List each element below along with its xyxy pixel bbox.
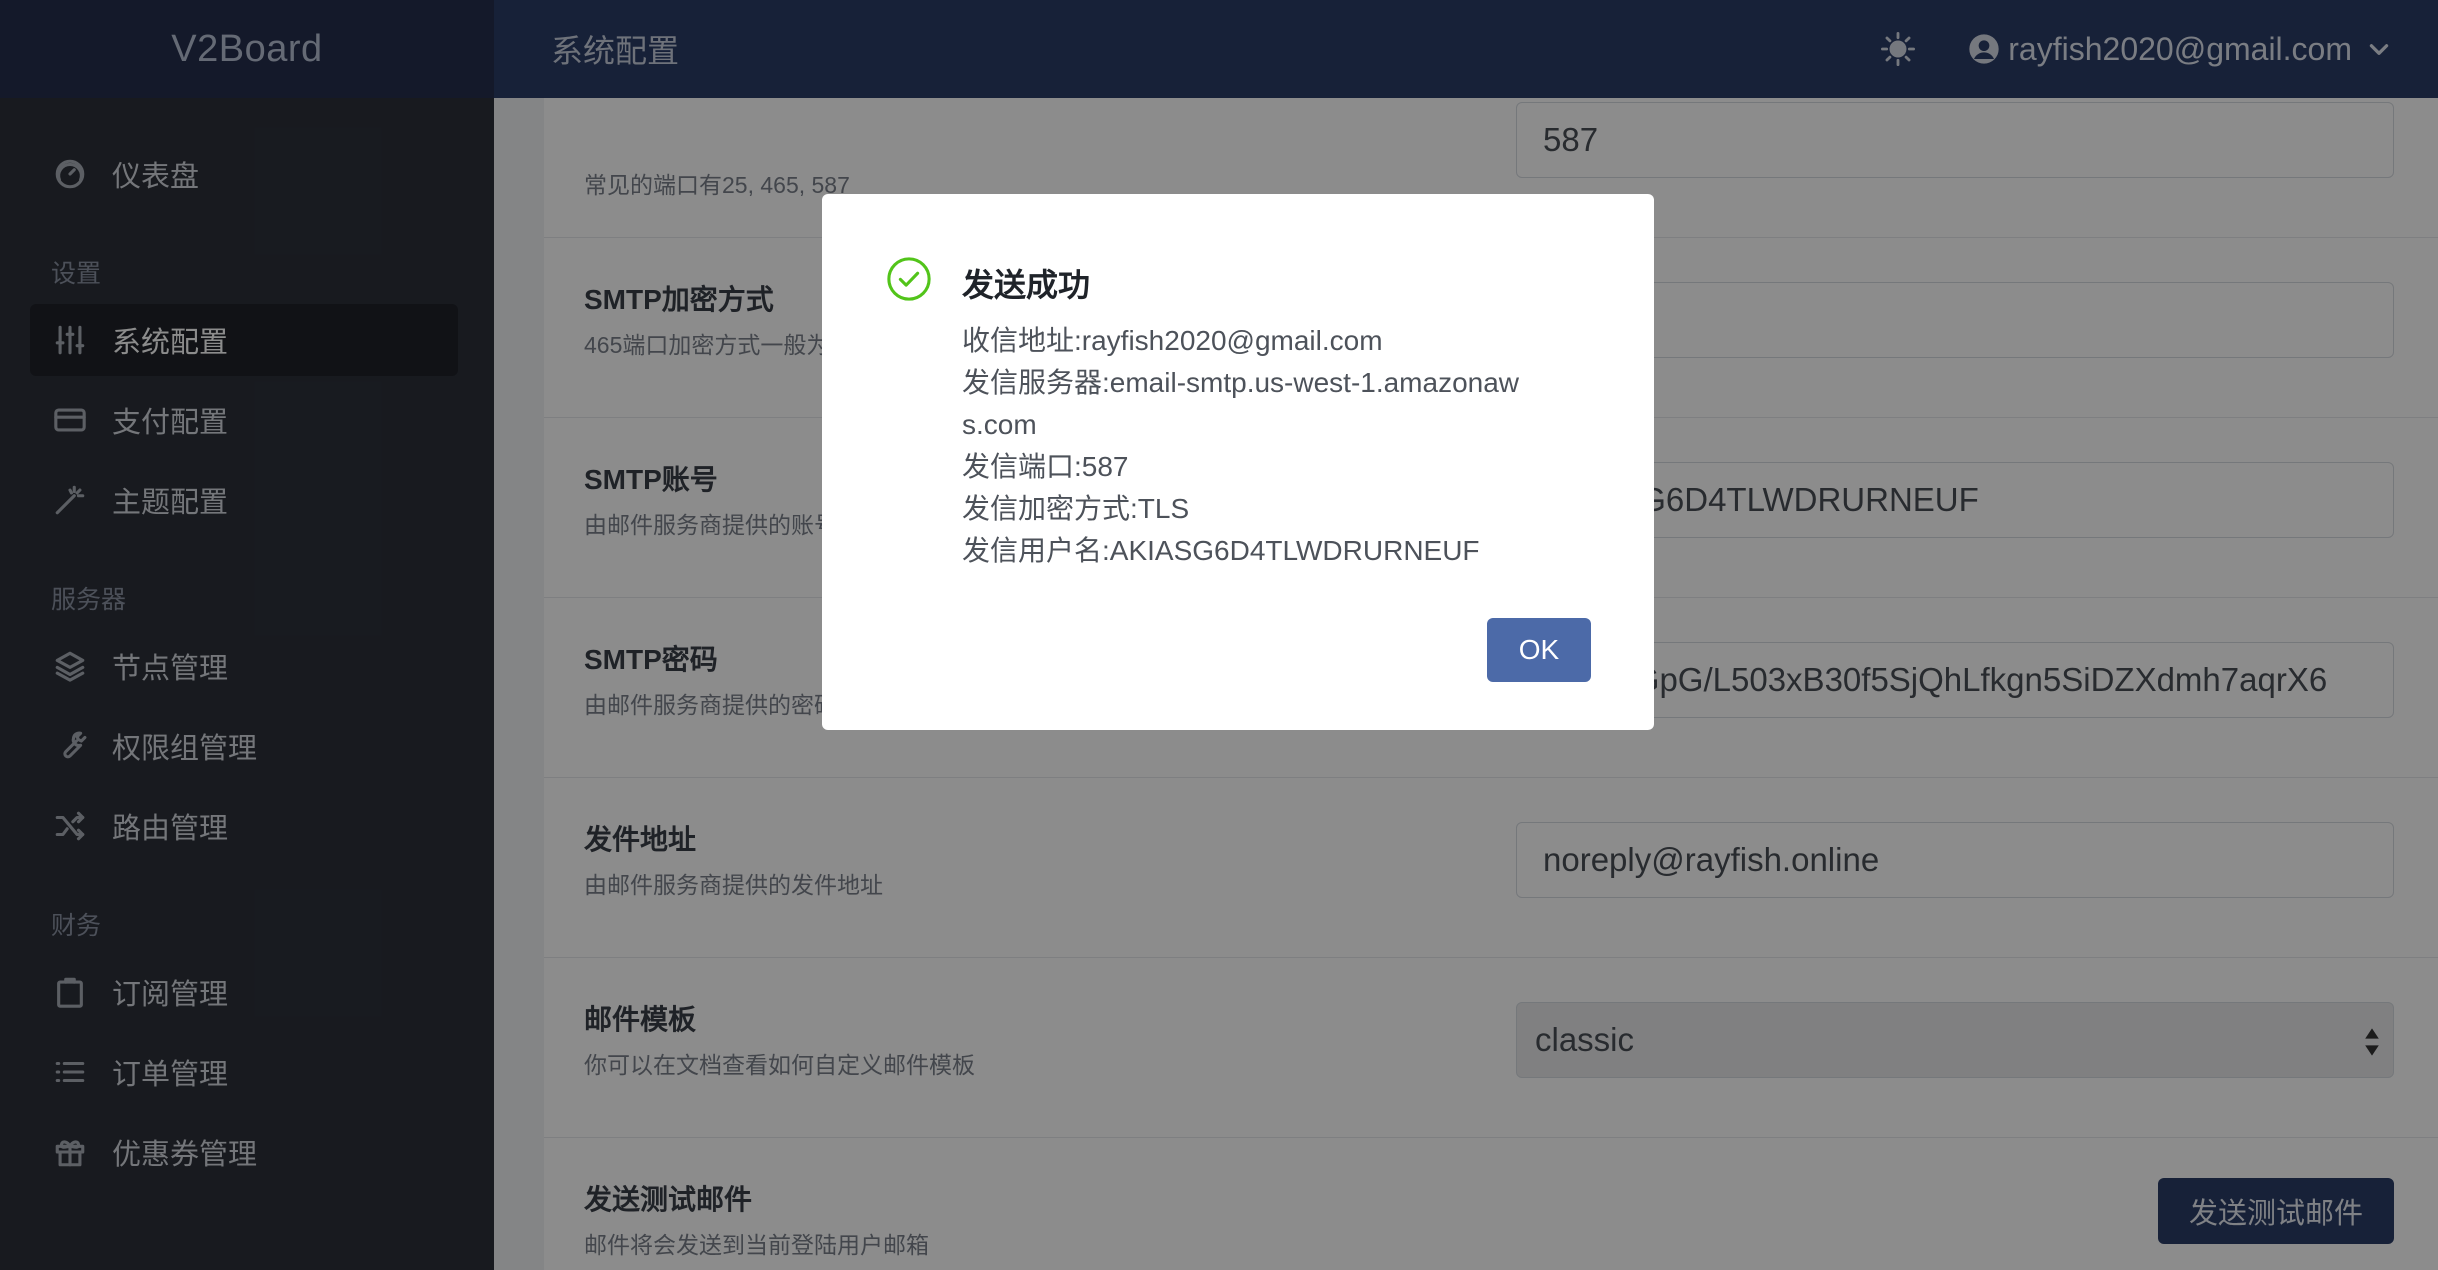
dialog-line-port: 发信端口:587 (962, 451, 1129, 482)
dialog-line-server: 发信服务器:email-smtp.us-west-1.amazonaws.com (962, 367, 1520, 440)
ok-button[interactable]: OK (1487, 618, 1591, 682)
dialog-line-recipient: 收信地址:rayfish2020@gmail.com (962, 325, 1383, 356)
dialog-line-encryption: 发信加密方式:TLS (962, 493, 1190, 524)
dialog-message: 收信地址:rayfish2020@gmail.com 发信服务器:email-s… (962, 320, 1522, 572)
success-dialog: 发送成功 收信地址:rayfish2020@gmail.com 发信服务器:em… (822, 194, 1654, 730)
dialog-title: 发送成功 (962, 267, 1091, 303)
dialog-line-username: 发信用户名:AKIASG6D4TLWDRURNEUF (962, 535, 1480, 566)
success-check-icon (887, 257, 931, 301)
